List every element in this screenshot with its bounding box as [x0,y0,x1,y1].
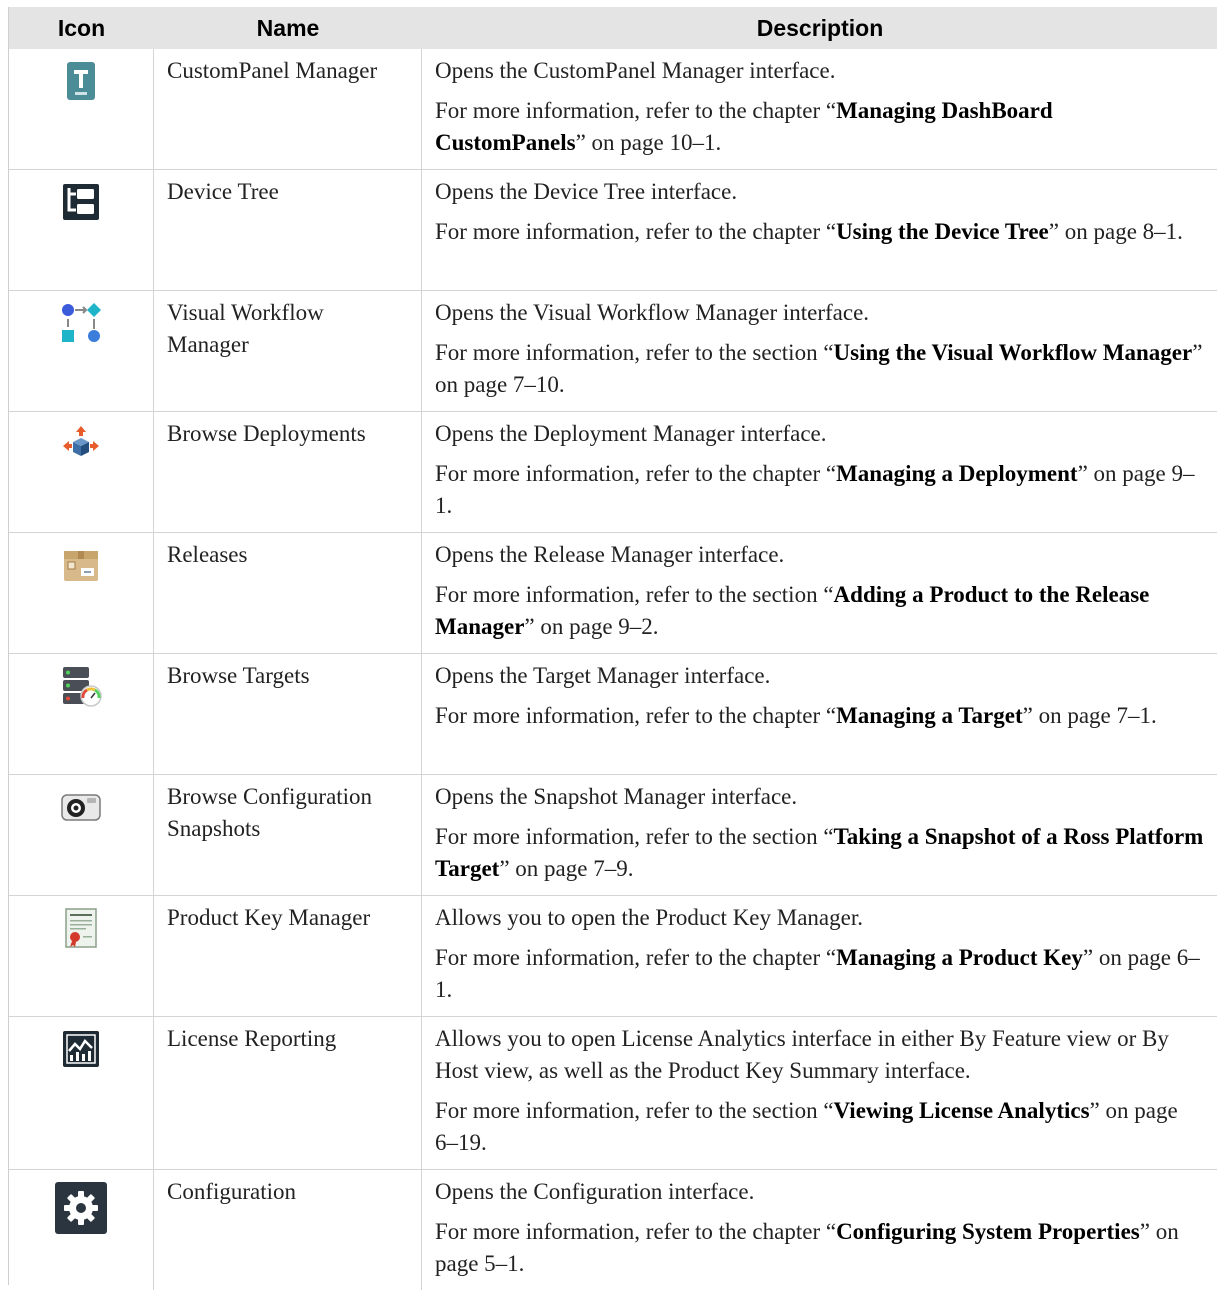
chapter-link[interactable]: Configuring System Properties [836,1219,1140,1244]
analytics-chart-icon [63,1031,99,1067]
row-name: CustomPanel Manager [154,49,422,169]
row-description: Allows you to open the Product Key Manag… [435,905,1200,1002]
header-name: Name [256,14,320,41]
icon-cell [9,291,154,411]
row-description: Opens the Configuration interface. For m… [435,1179,1179,1276]
icon-cell [9,170,154,290]
gear-icon [55,1182,107,1234]
row-description: Opens the Device Tree interface. For mor… [435,179,1183,244]
device-tree-icon [63,184,99,220]
chapter-link[interactable]: Managing a Deployment [836,461,1078,486]
icon-cell [9,896,154,1016]
section-link[interactable]: Viewing License Analytics [834,1098,1090,1123]
table-row: CustomPanel Manager Opens the CustomPane… [9,49,1217,170]
row-name: Releases [154,533,422,653]
table-row: Product Key Manager Allows you to open t… [9,896,1217,1017]
server-targets-icon [63,667,102,707]
visual-workflow-icon [62,303,101,342]
chapter-link[interactable]: Managing a Product Key [836,945,1083,970]
icon-cell [9,412,154,532]
deployment-icon [63,426,99,456]
row-name: Configuration [154,1170,422,1290]
row-name: Visual Workflow Manager [154,291,422,411]
row-description: Opens the CustomPanel Manager interface.… [435,58,1053,155]
row-name: Device Tree [154,170,422,290]
header-description: Description [756,14,884,41]
row-description: Opens the Target Manager interface. For … [435,663,1157,728]
table-row: Visual Workflow Manager Opens the Visual… [9,291,1217,412]
feature-table: Icon Name Description CustomPanel Manage… [8,7,1217,1290]
row-name: Product Key Manager [154,896,422,1016]
camera-snapshot-icon [61,794,101,821]
table-header: Icon Name Description [9,7,1217,49]
icon-cell [9,49,154,169]
row-description: Opens the Visual Workflow Manager interf… [435,300,1203,397]
chapter-link[interactable]: Managing a Target [836,703,1023,728]
row-name: Browse Configuration Snapshots [154,775,422,895]
table-row: Browse Deployments Opens the Deployment … [9,412,1217,533]
table-row: Browse Targets Opens the Target Manager … [9,654,1217,775]
row-name: License Reporting [154,1017,422,1169]
table-row: Device Tree Opens the Device Tree interf… [9,170,1217,291]
chapter-link[interactable]: Using the Device Tree [836,219,1049,244]
table-row: License Reporting Allows you to open Lic… [9,1017,1217,1170]
row-description: Opens the Release Manager interface. For… [435,542,1150,639]
icon-cell [9,775,154,895]
custompanel-icon [67,62,95,100]
row-description: Opens the Snapshot Manager interface. Fo… [435,784,1204,881]
table-row: Browse Configuration Snapshots Opens the… [9,775,1217,896]
icon-cell [9,533,154,653]
icon-cell [9,1017,154,1169]
table-row: Configuration Opens the Configuration in… [9,1170,1217,1290]
icon-cell [9,654,154,774]
row-name: Browse Deployments [154,412,422,532]
row-name: Browse Targets [154,654,422,774]
icon-cell [9,1170,154,1290]
package-box-icon [64,551,98,581]
section-link[interactable]: Using the Visual Workflow Manager [834,340,1193,365]
certificate-icon [65,908,97,948]
header-icon: Icon [57,14,106,41]
row-description: Opens the Deployment Manager interface. … [435,421,1195,518]
table-row: Releases Opens the Release Manager inter… [9,533,1217,654]
row-description: Allows you to open License Analytics int… [435,1026,1178,1155]
